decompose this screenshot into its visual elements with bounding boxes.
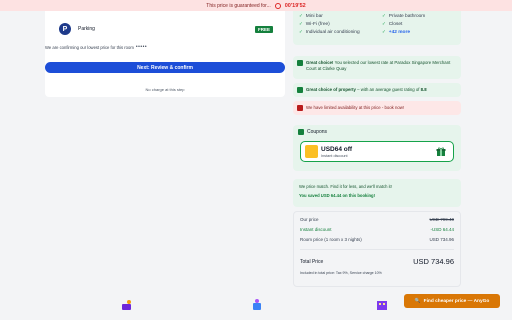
great-property-text: Great choice of property – with an avera… bbox=[306, 87, 427, 93]
banner-text: This price is guaranteed for... bbox=[206, 2, 271, 9]
parking-row: P Parking FREE bbox=[59, 23, 273, 35]
alert-icon bbox=[297, 105, 303, 111]
amenities-panel: ✓ Mini bar ✓ Wi-Fi (free) ✓ Individual air … bbox=[293, 11, 461, 45]
coupon-amount: USD64 off bbox=[321, 146, 353, 153]
room-price-row: Room price (1 room x 3 nights) USD 734.9… bbox=[300, 237, 454, 242]
check-icon: ✓ bbox=[382, 21, 386, 26]
check-icon: ✓ bbox=[299, 13, 303, 18]
free-badge: FREE bbox=[254, 25, 273, 33]
great-property-bold: Great choice of property bbox=[306, 87, 356, 92]
price-match-panel: We price match. Find it for less, and we… bbox=[293, 179, 461, 207]
great-property-body: – with an average guest rating of bbox=[357, 87, 420, 92]
check-icon: ✓ bbox=[299, 21, 303, 26]
parking-label: Parking bbox=[78, 26, 95, 32]
coupon-image-icon bbox=[305, 145, 318, 158]
thumbs-up-icon bbox=[297, 60, 303, 66]
price-match-text: We price match. Find it for less, and we… bbox=[299, 184, 392, 189]
coupon-icon bbox=[298, 129, 304, 135]
coupons-header: Coupons bbox=[298, 129, 327, 135]
amenities-col-1: ✓ Mini bar ✓ Wi-Fi (free) ✓ Individual air … bbox=[299, 13, 360, 35]
guest-rating: 8.8 bbox=[420, 87, 427, 92]
coupon-card[interactable]: USD64 off Instant discount bbox=[300, 141, 454, 162]
support-illustration-icon bbox=[253, 299, 261, 310]
included-taxes-text: Included in total price: Tax 9%, Service… bbox=[300, 271, 382, 275]
total-price-label: Total Price bbox=[300, 258, 324, 265]
room-price-label: Room price (1 room x 3 nights) bbox=[300, 237, 362, 242]
thumbs-up-icon bbox=[297, 87, 303, 93]
great-property-message: Great choice of property – with an avera… bbox=[293, 83, 461, 97]
coupons-panel: Coupons USD64 off Instant discount bbox=[293, 125, 461, 171]
check-icon: ✓ bbox=[382, 29, 386, 34]
clock-icon bbox=[274, 2, 281, 9]
price-divider bbox=[300, 249, 454, 250]
more-amenities-link[interactable]: ✓ +42 more bbox=[382, 29, 425, 35]
more-amenities-label[interactable]: +42 more bbox=[389, 30, 410, 35]
check-icon: ✓ bbox=[299, 29, 303, 34]
gift-icon bbox=[436, 147, 446, 156]
amenity-label: Private bathroom bbox=[388, 13, 426, 19]
price-guarantee-banner: This price is guaranteed for... 00'19'52 bbox=[0, 0, 512, 11]
instant-discount-label: Instant discount bbox=[300, 227, 332, 232]
confirming-text: We are confirming our lowest price for t… bbox=[45, 44, 147, 50]
instant-discount-value: -USD 64.44 bbox=[430, 227, 454, 232]
price-breakdown: Our price USD 799.40 Instant discount -U… bbox=[293, 211, 461, 287]
find-cheaper-label: Find cheaper price — AnyGo bbox=[423, 298, 490, 304]
amenity-item: ✓ Private bathroom bbox=[382, 13, 425, 19]
magnifier-icon: 🔍 bbox=[414, 298, 421, 304]
our-price-label: Our price bbox=[300, 217, 319, 222]
booking-card: P Parking FREE bbox=[45, 11, 285, 97]
total-price-row: Total Price USD 734.96 bbox=[300, 257, 454, 266]
savings-text: You saved USD 64.44 on this booking! bbox=[299, 193, 376, 198]
countdown-timer: 00'19'52 bbox=[284, 2, 306, 9]
coupon-subtitle: Instant discount bbox=[321, 154, 348, 158]
travel-illustration-icon bbox=[122, 300, 131, 310]
amenity-item: ✓ Wi-Fi (free) bbox=[299, 21, 360, 27]
amenity-label: Wi-Fi (free) bbox=[305, 21, 330, 27]
check-icon: ✓ bbox=[382, 13, 386, 18]
amenity-item: ✓ Mini bar bbox=[299, 13, 360, 19]
our-price-row: Our price USD 799.40 bbox=[300, 217, 454, 222]
no-charge-text: No charge at this step bbox=[145, 87, 185, 92]
great-choice-message: Great choice! You selected our lowest ra… bbox=[293, 56, 461, 79]
instant-discount-row: Instant discount -USD 64.44 bbox=[300, 227, 454, 232]
coupons-title: Coupons bbox=[307, 129, 328, 135]
our-price-value: USD 799.40 bbox=[429, 217, 454, 222]
find-cheaper-price-button[interactable]: 🔍 Find cheaper price — AnyGo bbox=[404, 294, 500, 308]
amenity-label: Mini bar bbox=[305, 13, 323, 19]
room-price-value: USD 734.96 bbox=[429, 237, 454, 242]
limited-availability-message: We have limited availability at this pri… bbox=[293, 101, 461, 115]
amenities-col-2: ✓ Private bathroom ✓ Closet ✓ +42 more bbox=[382, 13, 425, 35]
great-choice-text: Great choice! You selected our lowest ra… bbox=[306, 60, 457, 72]
amenity-item: ✓ Closet bbox=[382, 21, 425, 27]
limited-availability-text: We have limited availability at this pri… bbox=[306, 105, 405, 110]
parking-icon: P bbox=[59, 23, 71, 35]
amenity-label: Closet bbox=[388, 21, 403, 27]
total-price-value: USD 734.96 bbox=[413, 257, 454, 266]
hotel-illustration-icon bbox=[377, 301, 387, 310]
loading-dots-icon: ••••• bbox=[135, 44, 148, 50]
amenity-item: ✓ Individual air conditioning bbox=[299, 29, 360, 35]
great-choice-bold: Great choice! bbox=[306, 60, 334, 65]
confirming-label: We are confirming our lowest price for t… bbox=[45, 44, 134, 50]
next-review-confirm-button[interactable]: Next: Review & confirm bbox=[45, 62, 285, 73]
amenity-label: Individual air conditioning bbox=[305, 29, 360, 35]
